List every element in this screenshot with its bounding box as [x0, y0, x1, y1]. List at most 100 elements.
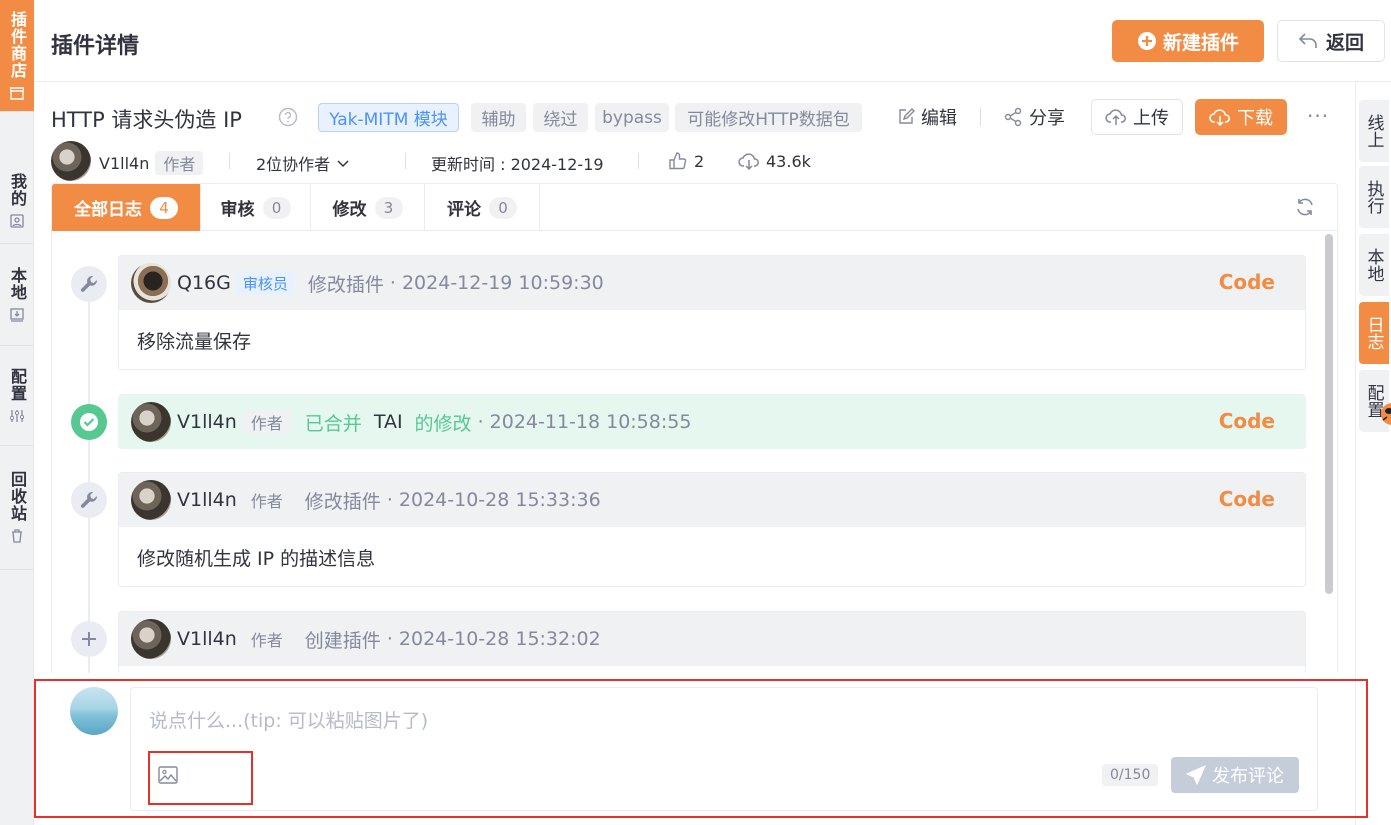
tab-execute[interactable]: 执行: [1359, 166, 1389, 228]
user-icon: [9, 213, 25, 229]
log-panel: 全部日志 4 审核 0 修改 3 评论 0 Q16G 审核员 修改插件 · 202…: [51, 183, 1338, 673]
merged-label: 已合并: [304, 412, 362, 435]
tab-log[interactable]: 日志: [1359, 302, 1389, 364]
timeline-line: [88, 284, 90, 673]
plugin-tag: 辅助: [471, 103, 526, 132]
log-card: V1ll4n 作者 创建插件 · 2024-10-28 15:32:02: [118, 611, 1306, 673]
download-button[interactable]: 下载: [1195, 99, 1287, 135]
timeline-node: [71, 266, 107, 302]
nav-item-recycle-bin[interactable]: 回收站: [0, 446, 34, 570]
role-tag: 作者: [242, 488, 291, 512]
scrollbar[interactable]: [1325, 234, 1333, 594]
log-time: · 2024-10-28 15:33:36: [386, 489, 601, 511]
role-tag: 作者: [242, 627, 291, 651]
merge-target: TAI: [373, 411, 403, 433]
timeline-node: [71, 404, 107, 440]
downloads-count: 43.6k: [766, 151, 811, 171]
log-user: V1ll4n: [177, 489, 237, 511]
tab-label: 日志: [1363, 316, 1384, 350]
new-plugin-label: 新建插件: [1162, 31, 1239, 54]
divider: [229, 153, 230, 169]
publish-comment-button[interactable]: 发布评论: [1171, 757, 1299, 793]
likes-count: 2: [694, 151, 705, 171]
divider: [405, 153, 406, 169]
new-plugin-button[interactable]: 新建插件: [1112, 20, 1264, 62]
tab-modify[interactable]: 修改 3: [311, 184, 425, 231]
nav-item-label: 本地: [8, 266, 27, 301]
plus-icon: [82, 632, 96, 646]
role-tag: 作者: [242, 410, 291, 434]
nav-item-plugin-store[interactable]: 插件商店: [0, 0, 34, 112]
share-button[interactable]: 分享: [1003, 104, 1065, 130]
tab-local[interactable]: 本地: [1359, 234, 1389, 296]
image-icon[interactable]: [158, 766, 178, 788]
help-icon[interactable]: [278, 107, 298, 131]
comment-input[interactable]: [149, 710, 1049, 732]
nav-item-label: 插件商店: [8, 10, 27, 79]
collaborators-dropdown[interactable]: 2位协作者: [256, 151, 350, 175]
log-card: V1ll4n 作者 修改插件 · 2024-10-28 15:33:36 Code…: [118, 472, 1306, 587]
log-user: V1ll4n: [177, 411, 237, 433]
tab-all-logs[interactable]: 全部日志 4: [52, 184, 201, 231]
log-action: 修改插件: [307, 273, 384, 296]
log-action: 创建插件: [304, 629, 381, 652]
local-download-icon: [9, 307, 25, 323]
cloud-download-icon: [738, 153, 759, 171]
trash-icon: [9, 528, 25, 544]
log-tabs: 全部日志 4 审核 0 修改 3 评论 0: [52, 184, 1337, 231]
author-info: V1ll4n 作者: [99, 151, 204, 175]
plugin-type-tag: Yak-MITM 模块: [318, 103, 459, 132]
refresh-icon[interactable]: [1294, 196, 1316, 222]
share-label: 分享: [1029, 108, 1065, 129]
update-time: 更新时间 : 2024-12-19: [431, 155, 604, 174]
code-link[interactable]: Code: [1219, 409, 1275, 433]
log-card-header: V1ll4n 作者 修改插件 · 2024-10-28 15:33:36 Code: [119, 473, 1305, 527]
edit-icon: [899, 108, 915, 124]
back-button[interactable]: 返回: [1277, 20, 1385, 62]
tab-label: 评论: [447, 200, 481, 220]
tab-count: 3: [374, 196, 403, 219]
code-link[interactable]: Code: [1219, 270, 1275, 294]
log-card: Q16G 审核员 修改插件 · 2024-12-19 10:59:30 Code …: [118, 255, 1306, 370]
download-label: 下载: [1237, 108, 1273, 129]
page-header: 插件详情 新建插件 返回: [34, 0, 1391, 82]
send-icon: [1186, 765, 1206, 785]
chevron-down-icon: [337, 160, 349, 168]
upload-button[interactable]: 上传: [1091, 99, 1183, 135]
tab-count: 4: [150, 196, 178, 219]
tab-label: 线上: [1363, 114, 1384, 148]
current-user-avatar: [70, 687, 118, 735]
likes[interactable]: 2: [668, 151, 704, 171]
timeline-node: [71, 621, 107, 657]
more-actions-button[interactable]: ···: [1307, 104, 1329, 128]
tab-comments[interactable]: 评论 0: [425, 184, 540, 231]
nav-item-label: 回收站: [8, 471, 27, 522]
tab-label: 本地: [1363, 248, 1384, 282]
wrench-icon: [80, 492, 97, 508]
plus-circle-icon: [1137, 32, 1156, 50]
log-message: 修改随机生成 IP 的描述信息: [137, 547, 376, 570]
merged-suffix: 的修改: [414, 412, 472, 435]
tab-online[interactable]: 线上: [1359, 100, 1389, 162]
edit-button[interactable]: 编辑: [897, 104, 957, 130]
nav-item-mine[interactable]: 我的: [0, 158, 34, 244]
wrench-icon: [80, 276, 97, 292]
author-name[interactable]: V1ll4n: [99, 154, 149, 173]
log-action: 修改插件: [304, 490, 381, 513]
collaborators-label: 2位协作者: [256, 155, 331, 174]
log-card: V1ll4n 作者 已合并 TAI 的修改 · 2024-11-18 10:58:…: [118, 394, 1306, 449]
author-avatar[interactable]: [51, 141, 91, 181]
nav-item-local[interactable]: 本地: [0, 244, 34, 346]
role-tag: 审核员: [236, 271, 294, 295]
nav-item-label: 我的: [8, 172, 27, 207]
user-avatar: [131, 480, 171, 520]
plugin-tag: 绕过: [533, 103, 588, 132]
comment-box: [130, 687, 1318, 811]
divider: [980, 108, 981, 126]
mascot-icon: [1381, 403, 1391, 425]
nav-item-config[interactable]: 配置: [0, 346, 34, 446]
page-title: 插件详情: [51, 34, 140, 59]
settings-sliders-icon: [9, 408, 25, 424]
code-link[interactable]: Code: [1219, 487, 1275, 511]
tab-review[interactable]: 审核 0: [201, 184, 311, 231]
